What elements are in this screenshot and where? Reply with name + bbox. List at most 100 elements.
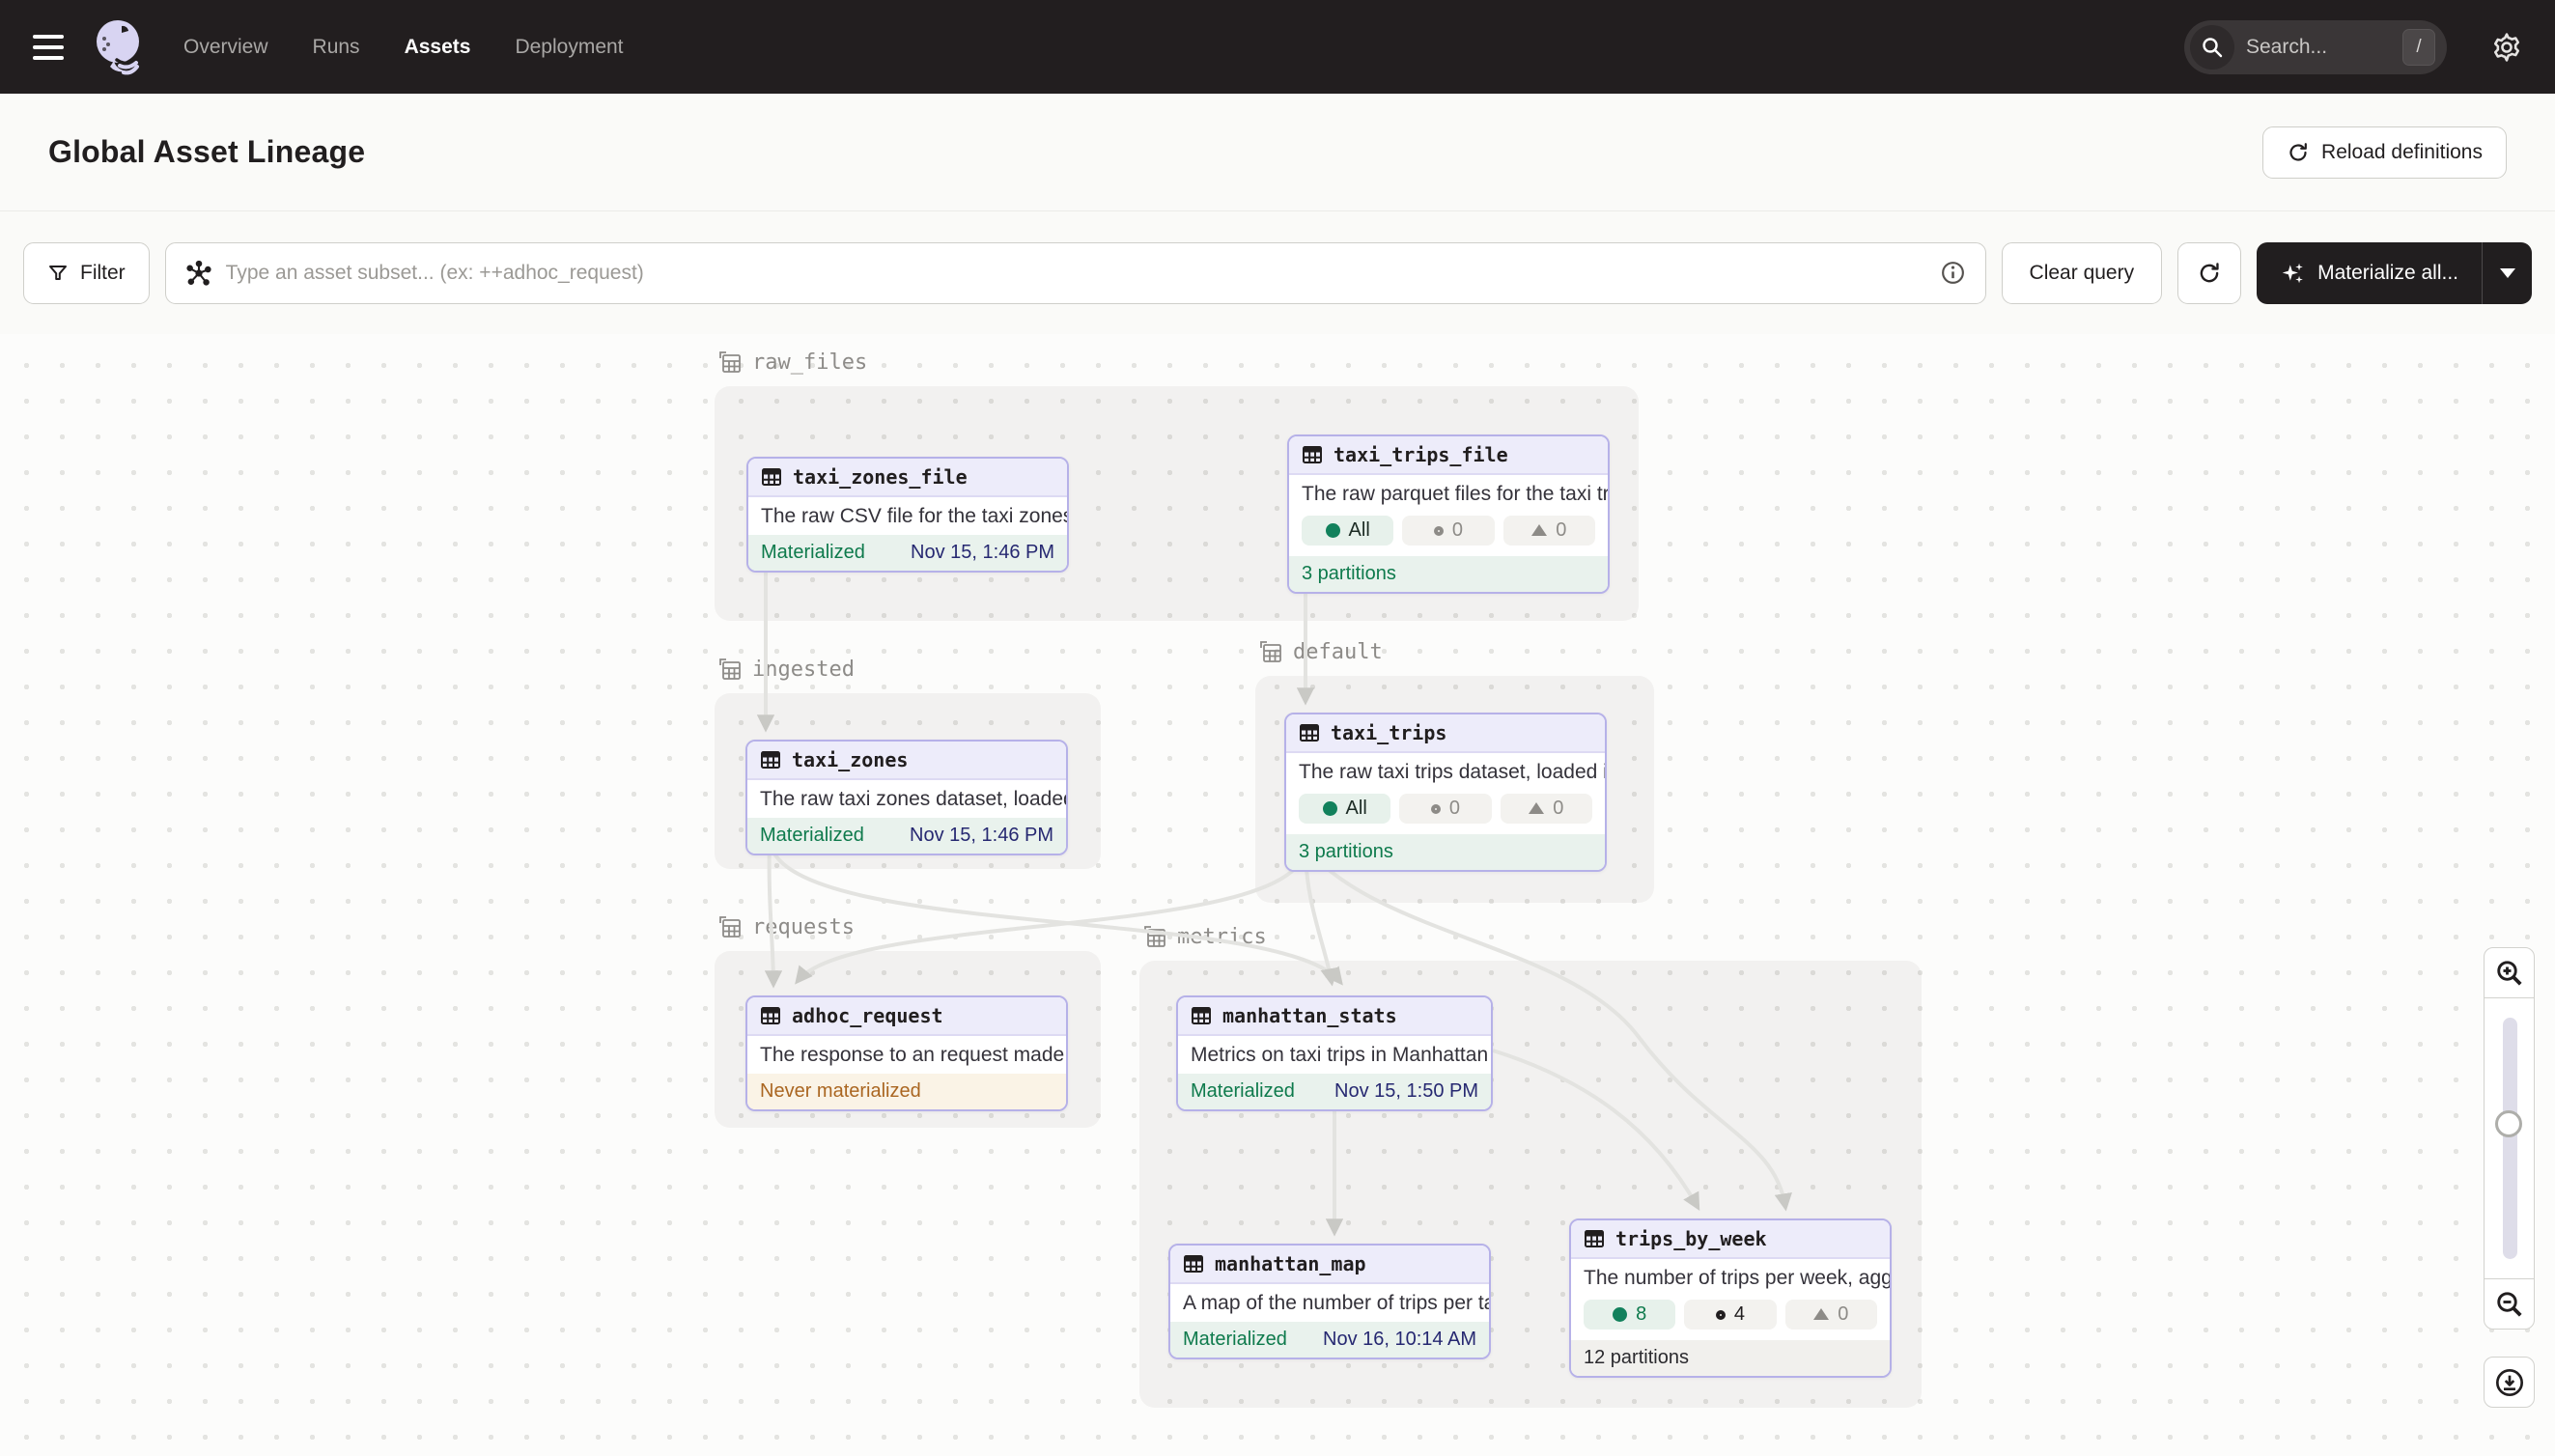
page-title: Global Asset Lineage [48, 134, 365, 170]
gear-icon[interactable] [2487, 28, 2526, 67]
asset-description: Metrics on taxi trips in Manhattan [1178, 1036, 1491, 1074]
asset-node-header: trips_by_week [1571, 1220, 1890, 1259]
status-label: Materialized [1191, 1080, 1295, 1103]
partition-health-pills: 8 4 0 [1571, 1297, 1890, 1340]
zoom-slider-thumb[interactable] [2495, 1110, 2522, 1137]
status-label: Materialized [761, 542, 865, 564]
missing-triangle-icon [1813, 1308, 1829, 1320]
nav-runs[interactable]: Runs [313, 36, 360, 59]
partitions-materialized-pill[interactable]: 8 [1584, 1300, 1675, 1330]
nav-assets[interactable]: Assets [405, 36, 471, 59]
asset-node-header: taxi_zones_file [748, 459, 1067, 497]
partitions-missing-pill[interactable]: 0 [1503, 516, 1595, 546]
partitions-failed-pill[interactable]: 0 [1399, 794, 1491, 824]
asset-description: A map of the number of trips per taxi z.… [1170, 1284, 1489, 1322]
refresh-button[interactable] [2177, 242, 2241, 304]
asset-node-header: taxi_zones [747, 742, 1066, 780]
nav-deployment[interactable]: Deployment [515, 36, 623, 59]
zoom-slider-track[interactable] [2503, 1018, 2517, 1259]
filter-label: Filter [80, 262, 126, 285]
partitions-materialized-pill[interactable]: All [1302, 516, 1393, 546]
nav-links: Overview Runs Assets Deployment [183, 36, 624, 59]
download-icon [2494, 1367, 2525, 1398]
partition-health-pills: All 0 0 [1286, 791, 1605, 834]
lineage-canvas[interactable]: raw_files ingested default requests metr… [0, 334, 2555, 1456]
asset-description: The response to an request made in th... [747, 1036, 1066, 1074]
materialized-dot-icon [1326, 523, 1340, 538]
clear-query-button[interactable]: Clear query [2002, 242, 2163, 304]
zoom-out-button[interactable] [2484, 1278, 2535, 1330]
asset-node-taxi-zones-file[interactable]: taxi_zones_file The raw CSV file for the… [746, 457, 1069, 573]
asset-node-header: taxi_trips_file [1289, 436, 1608, 475]
asset-description: The raw taxi trips dataset, loaded into … [1286, 753, 1605, 791]
zoom-in-icon [2495, 959, 2524, 988]
nav-overview[interactable]: Overview [183, 36, 268, 59]
partitions-count: 3 partitions [1299, 841, 1393, 863]
table-icon [1584, 1228, 1605, 1249]
search-placeholder: Search... [2246, 36, 2402, 59]
dagster-logo-icon[interactable] [93, 17, 145, 77]
filter-button[interactable]: Filter [23, 242, 150, 304]
materialized-dot-icon [1323, 801, 1337, 816]
partitions-failed-pill[interactable]: 4 [1684, 1300, 1776, 1330]
materialize-all-button[interactable]: Materialize all... [2257, 242, 2482, 304]
asset-status-bar: Materialized Nov 16, 10:14 AM [1170, 1322, 1489, 1358]
asset-name: manhattan_stats [1222, 1004, 1397, 1027]
materialize-options-button[interactable] [2482, 242, 2532, 304]
zoom-controls [2484, 947, 2535, 1408]
status-label: Never materialized [760, 1080, 921, 1103]
asset-node-adhoc-request[interactable]: adhoc_request The response to an request… [745, 995, 1068, 1111]
asset-name: taxi_zones_file [793, 465, 968, 489]
asset-status-bar: Materialized Nov 15, 1:46 PM [748, 535, 1067, 571]
asset-query-placeholder: Type an asset subset... (ex: ++adhoc_req… [226, 262, 1926, 285]
search-icon [2190, 25, 2234, 70]
asset-status-bar: 12 partitions [1571, 1340, 1890, 1376]
failed-ring-icon [1434, 526, 1444, 536]
asset-node-taxi-trips-file[interactable]: taxi_trips_file The raw parquet files fo… [1287, 434, 1610, 594]
materialization-timestamp[interactable]: Nov 15, 1:50 PM [1334, 1080, 1478, 1103]
zoom-in-button[interactable] [2484, 947, 2535, 998]
asset-node-manhattan-map[interactable]: manhattan_map A map of the number of tri… [1168, 1244, 1491, 1359]
menu-icon[interactable] [29, 33, 68, 62]
partitions-failed-pill[interactable]: 0 [1402, 516, 1494, 546]
asset-node-header: manhattan_map [1170, 1246, 1489, 1284]
asset-status-bar: Never materialized [747, 1074, 1066, 1109]
page-header: Global Asset Lineage Reload definitions [0, 94, 2555, 211]
asset-query-input[interactable]: Type an asset subset... (ex: ++adhoc_req… [165, 242, 1986, 304]
partitions-materialized-pill[interactable]: All [1299, 794, 1390, 824]
search-input[interactable]: Search... / [2184, 20, 2447, 74]
zoom-out-icon [2495, 1290, 2524, 1319]
download-image-button[interactable] [2484, 1357, 2535, 1408]
asset-node-trips-by-week[interactable]: trips_by_week The number of trips per we… [1569, 1218, 1892, 1378]
lineage-toolbar: Filter Type an asset subset... (ex: ++ad… [0, 211, 2555, 334]
asset-name: trips_by_week [1615, 1227, 1767, 1250]
asset-status-bar: 3 partitions [1286, 834, 1605, 870]
partitions-missing-pill[interactable]: 0 [1785, 1300, 1877, 1330]
asset-description: The number of trips per week, aggreg... [1571, 1259, 1890, 1297]
zoom-slider[interactable] [2484, 998, 2535, 1278]
materialization-timestamp[interactable]: Nov 15, 1:46 PM [910, 825, 1053, 847]
asset-name: adhoc_request [792, 1004, 943, 1027]
sparkle-icon [2280, 261, 2305, 286]
missing-triangle-icon [1531, 524, 1547, 536]
reload-definitions-button[interactable]: Reload definitions [2262, 126, 2507, 179]
asset-node-taxi-trips[interactable]: taxi_trips The raw taxi trips dataset, l… [1284, 713, 1607, 872]
failed-ring-icon [1716, 1310, 1726, 1320]
asset-status-bar: Materialized Nov 15, 1:46 PM [747, 818, 1066, 854]
info-icon[interactable] [1940, 260, 1966, 286]
partitions-count: 12 partitions [1584, 1347, 1689, 1369]
table-icon [1299, 722, 1320, 743]
materialization-timestamp[interactable]: Nov 16, 10:14 AM [1323, 1329, 1476, 1351]
asset-status-bar: Materialized Nov 15, 1:50 PM [1178, 1074, 1491, 1109]
search-shortcut-badge: / [2402, 29, 2435, 66]
asset-node-header: manhattan_stats [1178, 997, 1491, 1036]
asset-node-taxi-zones[interactable]: taxi_zones The raw taxi zones dataset, l… [745, 740, 1068, 855]
asset-node-manhattan-stats[interactable]: manhattan_stats Metrics on taxi trips in… [1176, 995, 1493, 1111]
asset-status-bar: 3 partitions [1289, 556, 1608, 592]
asset-node-header: taxi_trips [1286, 714, 1605, 753]
materialization-timestamp[interactable]: Nov 15, 1:46 PM [911, 542, 1054, 564]
clear-query-label: Clear query [2030, 262, 2135, 285]
table-icon [761, 466, 782, 488]
status-label: Materialized [1183, 1329, 1287, 1351]
partitions-missing-pill[interactable]: 0 [1501, 794, 1592, 824]
